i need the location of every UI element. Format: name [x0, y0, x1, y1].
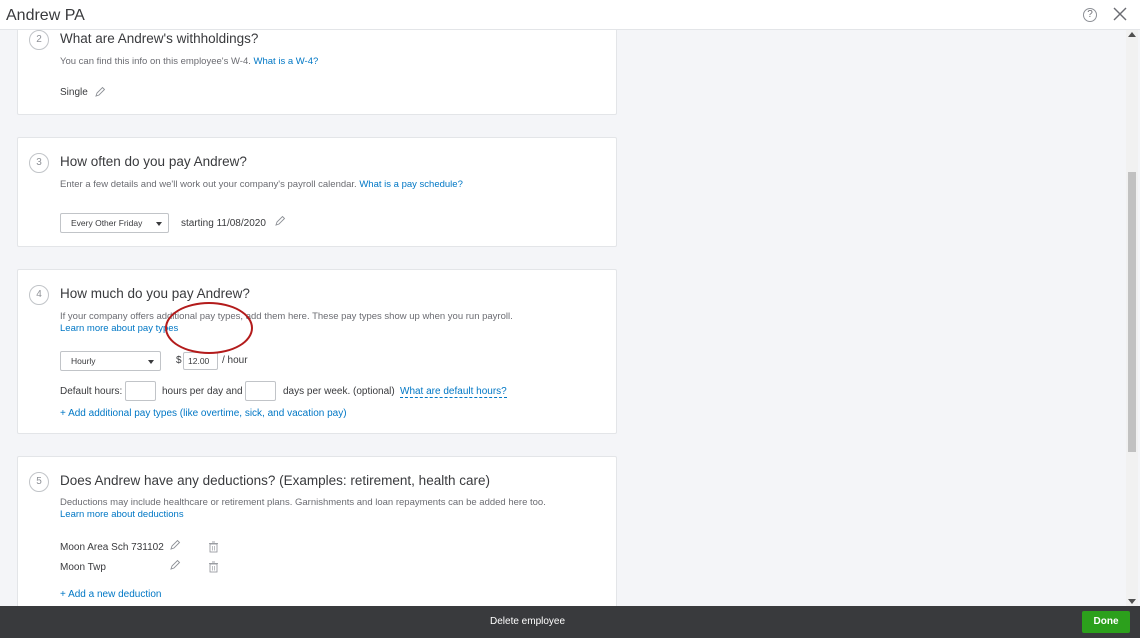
scrollbar[interactable]	[1126, 30, 1138, 606]
deductions-card: 5 Does Andrew have any deductions? (Exam…	[17, 456, 617, 606]
step-number: 4	[29, 285, 49, 305]
pay-type-select[interactable]: Hourly	[60, 351, 161, 371]
help-icon[interactable]: ?	[1083, 8, 1097, 22]
card-title: How often do you pay Andrew?	[60, 154, 247, 169]
start-date: starting 11/08/2020	[181, 218, 266, 229]
card-title: What are Andrew's withholdings?	[60, 31, 259, 46]
step-number: 2	[29, 30, 49, 50]
step-number: 3	[29, 153, 49, 173]
days-per-week-input[interactable]	[245, 381, 276, 401]
window-title: Andrew PA	[6, 7, 85, 24]
delete-employee-button[interactable]: Delete employee	[490, 616, 565, 627]
card-title: How much do you pay Andrew?	[60, 286, 250, 301]
deduction-name: Moon Twp	[60, 562, 106, 573]
trash-icon[interactable]	[208, 561, 219, 573]
scroll-up-arrow-icon[interactable]	[1128, 32, 1136, 37]
close-icon[interactable]	[1112, 6, 1128, 22]
add-pay-types-link[interactable]: + Add additional pay types (like overtim…	[60, 408, 347, 419]
edit-pencil-icon[interactable]	[169, 559, 181, 571]
done-button[interactable]: Done	[1082, 611, 1130, 633]
default-hours-label: Default hours:	[60, 386, 123, 397]
card-description: You can find this info on this employee'…	[60, 56, 318, 67]
footer-bar: Delete employee Done	[0, 606, 1140, 638]
add-deduction-link[interactable]: + Add a new deduction	[60, 589, 161, 600]
withholdings-card: 2 What are Andrew's withholdings? You ca…	[17, 30, 617, 115]
currency-symbol: $	[176, 355, 182, 366]
card-title: Does Andrew have any deductions? (Exampl…	[60, 473, 490, 488]
optional-label: (optional)	[353, 386, 395, 397]
chevron-down-icon	[148, 360, 154, 364]
w4-help-link[interactable]: What is a W-4?	[254, 56, 319, 67]
select-value: Hourly	[71, 356, 96, 366]
default-hours-help-link[interactable]: What are default hours?	[400, 386, 507, 398]
description-text: You can find this info on this employee'…	[60, 56, 251, 67]
filing-status: Single	[60, 87, 88, 98]
select-value: Every Other Friday	[71, 218, 143, 228]
step-number: 5	[29, 472, 49, 492]
edit-pencil-icon[interactable]	[274, 215, 286, 227]
deductions-help-link[interactable]: Learn more about deductions	[60, 509, 184, 520]
hours-per-day-input[interactable]	[125, 381, 156, 401]
hourly-rate-input[interactable]: 12.00	[183, 352, 218, 370]
card-description: Enter a few details and we'll work out y…	[60, 179, 463, 190]
highlight-annotation	[165, 302, 253, 354]
card-description: Deductions may include healthcare or ret…	[60, 497, 546, 508]
description-text: Enter a few details and we'll work out y…	[60, 179, 357, 190]
pay-schedule-select[interactable]: Every Other Friday	[60, 213, 169, 233]
pay-schedule-help-link[interactable]: What is a pay schedule?	[359, 179, 463, 190]
days-per-week-label: days per week.	[283, 386, 351, 397]
deduction-name: Moon Area Sch 731102	[60, 542, 164, 553]
edit-pencil-icon[interactable]	[169, 539, 181, 551]
title-bar: Andrew PA ?	[0, 0, 1140, 30]
hours-per-day-label: hours per day and	[162, 386, 243, 397]
edit-pencil-icon[interactable]	[94, 86, 106, 98]
pay-schedule-card: 3 How often do you pay Andrew? Enter a f…	[17, 137, 617, 247]
pay-rate-card: 4 How much do you pay Andrew? If your co…	[17, 269, 617, 434]
trash-icon[interactable]	[208, 541, 219, 553]
card-description: If your company offers additional pay ty…	[60, 311, 513, 322]
scroll-down-arrow-icon[interactable]	[1128, 599, 1136, 604]
pay-types-help-link[interactable]: Learn more about pay types	[60, 323, 178, 334]
chevron-down-icon	[156, 222, 162, 226]
scrollbar-thumb[interactable]	[1128, 172, 1136, 452]
rate-unit: / hour	[222, 355, 248, 366]
